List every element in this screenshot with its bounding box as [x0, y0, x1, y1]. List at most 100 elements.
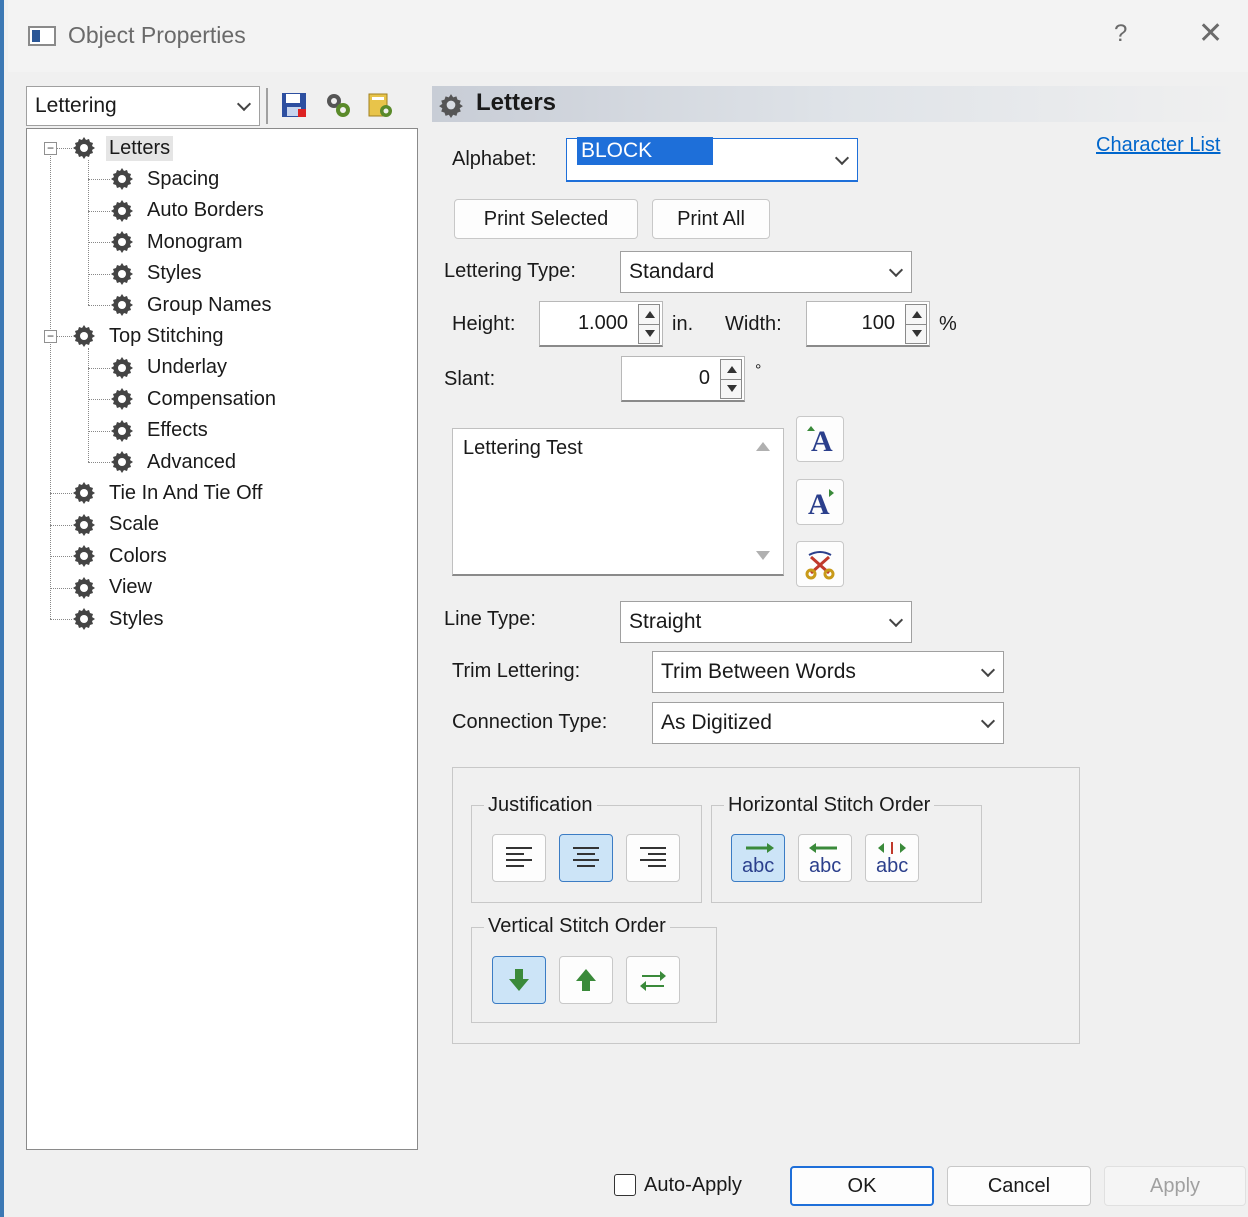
print-all-button[interactable]: Print All: [652, 199, 770, 239]
tree-item[interactable]: Scale: [72, 511, 162, 539]
alphabet-combo[interactable]: BLOCK: [566, 136, 858, 182]
connection-type-value: As Digitized: [661, 711, 772, 734]
tree-item[interactable]: Monogram: [110, 228, 246, 256]
help-button[interactable]: ?: [1114, 20, 1127, 48]
width-spinner[interactable]: 100: [806, 301, 930, 347]
tree-item-label: Scale: [109, 513, 160, 536]
lettering-text-value: Lettering Test: [463, 437, 583, 459]
height-spinner[interactable]: 1.000: [539, 301, 663, 347]
gear-icon: [73, 608, 95, 630]
tree-connector: [88, 399, 110, 401]
top-to-bottom-button[interactable]: [492, 956, 546, 1004]
tree-item[interactable]: Underlay: [110, 354, 230, 382]
tree-item[interactable]: Advanced: [110, 448, 239, 476]
tree-item[interactable]: Effects: [110, 417, 211, 445]
chevron-down-icon: [888, 612, 904, 628]
lettering-type-combo[interactable]: Standard: [620, 251, 912, 293]
insert-special-button[interactable]: A: [796, 479, 844, 525]
tree-item-label: Compensation: [147, 387, 276, 410]
tree-collapse-toggle[interactable]: −: [44, 330, 57, 344]
width-unit: %: [939, 313, 957, 335]
width-spin-buttons[interactable]: [905, 304, 927, 344]
gear-settings-icon[interactable]: [324, 91, 352, 119]
cut-lettering-button[interactable]: [796, 541, 844, 587]
tree-item[interactable]: Tie In And Tie Off: [72, 479, 265, 507]
slant-spinner[interactable]: 0: [621, 356, 745, 402]
horizontal-order-legend: Horizontal Stitch Order: [724, 794, 935, 817]
gear-icon: [73, 576, 95, 599]
height-spin-buttons[interactable]: [638, 304, 660, 344]
tree-connector: [88, 462, 110, 463]
apply-button[interactable]: Apply: [1104, 1166, 1246, 1206]
justify-center-button[interactable]: [559, 834, 613, 882]
save-icon[interactable]: [280, 91, 308, 119]
trim-lettering-label: Trim Lettering:: [452, 660, 581, 682]
justify-left-button[interactable]: [492, 834, 546, 882]
tree-connector: [88, 305, 110, 306]
section-title: Letters: [476, 89, 557, 116]
tree-item[interactable]: Styles: [110, 260, 204, 288]
tree-connector: [88, 367, 110, 369]
tree-item-label: View: [109, 576, 152, 599]
gear-icon: [439, 94, 463, 118]
slant-spin-buttons[interactable]: [720, 359, 742, 399]
tree-item[interactable]: View: [72, 574, 155, 602]
vertical-order-legend: Vertical Stitch Order: [484, 915, 670, 938]
tree-item-label: Monogram: [147, 230, 243, 253]
tree-item[interactable]: Colors: [72, 542, 170, 570]
scroll-down-arrow[interactable]: [756, 551, 770, 560]
gear-icon: [111, 356, 133, 379]
trim-lettering-combo[interactable]: Trim Between Words: [652, 651, 1004, 693]
tree-item[interactable]: Group Names: [110, 291, 275, 319]
tree-item-label: Colors: [109, 544, 167, 567]
character-list-link[interactable]: Character List: [1096, 134, 1221, 157]
align-right-icon: [640, 847, 666, 867]
tree-item[interactable]: Top Stitching: [72, 322, 227, 350]
line-type-combo[interactable]: Straight: [620, 601, 912, 643]
scroll-up-arrow[interactable]: [756, 442, 770, 451]
gear-icon: [73, 513, 95, 536]
tree-connector: [50, 556, 72, 558]
tree-item[interactable]: Spacing: [110, 165, 222, 193]
close-button[interactable]: ✕: [1198, 16, 1223, 51]
left-to-right-icon: abc: [742, 843, 774, 876]
chevron-down-icon: [834, 150, 850, 165]
tree-connector: [50, 587, 72, 589]
alternate-order-button[interactable]: [626, 956, 680, 1004]
letter-a-right-icon: A: [808, 488, 834, 519]
property-tree[interactable]: [26, 128, 418, 1150]
right-to-left-button[interactable]: abc: [798, 834, 852, 882]
height-unit: in.: [672, 313, 694, 335]
bottom-to-top-button[interactable]: [559, 956, 613, 1004]
auto-apply-checkbox[interactable]: [614, 1174, 636, 1196]
arrow-up-icon: [576, 969, 596, 991]
tree-item-label: Styles: [109, 607, 164, 630]
gear-icon: [111, 168, 133, 191]
auto-apply-label[interactable]: Auto-Apply: [644, 1174, 742, 1197]
tree-collapse-toggle[interactable]: −: [44, 142, 57, 155]
load-styles-icon[interactable]: [366, 91, 394, 119]
justify-right-button[interactable]: [626, 834, 680, 882]
print-selected-button[interactable]: Print Selected: [454, 199, 638, 239]
svg-text:A: A: [811, 425, 833, 456]
tree-item[interactable]: Auto Borders: [110, 197, 267, 225]
tree-connector: [50, 524, 72, 526]
toolbar-divider: [266, 88, 268, 124]
center-out-button[interactable]: abc: [865, 834, 919, 882]
tree-item-label: Advanced: [147, 450, 236, 473]
lettering-text-input[interactable]: Lettering Test: [452, 428, 784, 576]
chevron-down-icon: [980, 662, 996, 678]
object-type-combo[interactable]: Lettering: [26, 86, 260, 126]
left-to-right-button[interactable]: abc: [731, 834, 785, 882]
tree-connector: [88, 210, 110, 212]
tree-item-label: Effects: [147, 419, 208, 442]
tree-item[interactable]: Letters: [72, 134, 174, 162]
tree-item-label: Top Stitching: [109, 324, 224, 347]
tree-item[interactable]: Compensation: [110, 385, 279, 413]
insert-character-button[interactable]: A: [796, 416, 844, 462]
cancel-button[interactable]: Cancel: [947, 1166, 1091, 1206]
tree-item[interactable]: Styles: [72, 605, 166, 633]
ok-button[interactable]: OK: [790, 1166, 934, 1206]
window-title: Object Properties: [68, 22, 246, 48]
connection-type-combo[interactable]: As Digitized: [652, 702, 1004, 744]
